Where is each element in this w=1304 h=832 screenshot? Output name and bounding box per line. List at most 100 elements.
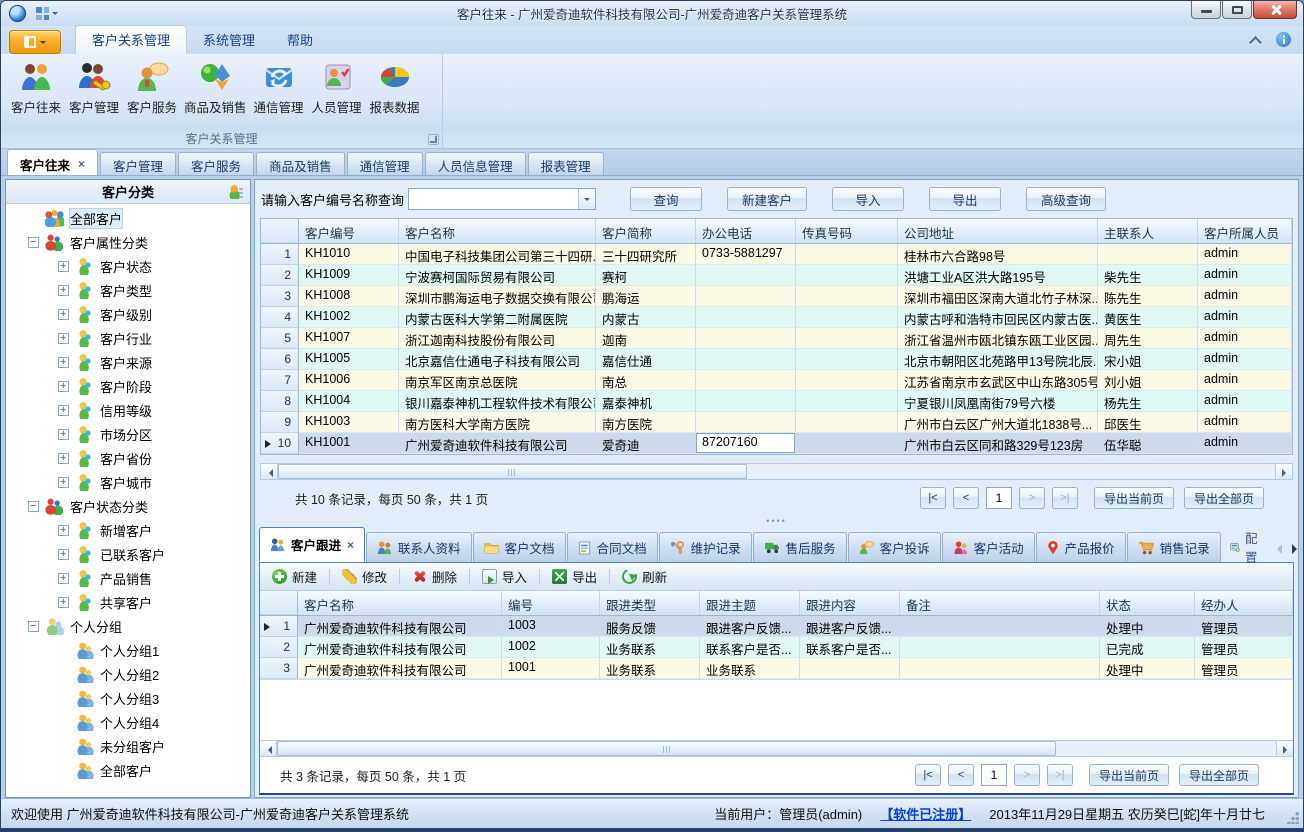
advanced-search-button[interactable]: 高级查询 bbox=[1026, 187, 1106, 211]
tree-item[interactable]: 个人分组3 bbox=[6, 686, 250, 710]
column-header[interactable]: 备注 bbox=[900, 591, 1100, 615]
customer-search-combobox[interactable] bbox=[408, 188, 596, 210]
tree-expander-icon[interactable] bbox=[58, 357, 69, 368]
column-header[interactable]: 客户所属人员 bbox=[1198, 219, 1292, 243]
doc-tab-customer-management[interactable]: 客户管理 bbox=[100, 152, 176, 175]
doc-tab-report-management[interactable]: 报表管理 bbox=[528, 152, 604, 175]
tree-expander-icon[interactable] bbox=[58, 549, 69, 560]
tab-maintenance-records[interactable]: 维护记录 bbox=[659, 532, 752, 562]
tree-item[interactable]: 产品销售 bbox=[6, 566, 250, 590]
collapse-ribbon-icon[interactable] bbox=[1250, 35, 1260, 45]
resize-grip-icon[interactable] bbox=[1287, 812, 1299, 824]
configure-tabs-button[interactable]: 配置 bbox=[1222, 532, 1271, 562]
tree-item[interactable]: 个人分组 bbox=[6, 614, 250, 638]
maximize-button[interactable] bbox=[1222, 1, 1252, 19]
export-current-page-button[interactable]: 导出当前页 bbox=[1089, 764, 1169, 786]
application-menu-button[interactable] bbox=[9, 30, 61, 54]
scrollbar-thumb[interactable] bbox=[277, 741, 1056, 756]
tab-contract-documents[interactable]: 合同文档 bbox=[567, 532, 658, 562]
next-page-button[interactable]: > bbox=[1014, 764, 1040, 786]
tree-item[interactable]: 共享客户 bbox=[6, 590, 250, 614]
tree-item[interactable]: 客户行业 bbox=[6, 326, 250, 350]
column-header[interactable]: 主联系人 bbox=[1098, 219, 1198, 243]
dialog-launcher-icon[interactable] bbox=[428, 134, 439, 145]
table-row[interactable]: 3 KH1008 深圳市鹏海运电子数据交换有限公司 鹏海运 深圳市福田区深南大道… bbox=[261, 286, 1292, 307]
close-button[interactable] bbox=[1253, 1, 1297, 19]
export-button[interactable]: 导出 bbox=[548, 565, 601, 588]
export-all-pages-button[interactable]: 导出全部页 bbox=[1184, 487, 1264, 509]
tree-item[interactable]: 客户级别 bbox=[6, 302, 250, 326]
tree-expander-icon[interactable] bbox=[58, 381, 69, 392]
scroll-right-icon[interactable] bbox=[1275, 464, 1292, 479]
tree-expander-icon[interactable] bbox=[58, 285, 69, 296]
tab-product-quotes[interactable]: 产品报价 bbox=[1036, 532, 1126, 562]
tab-customer-activities[interactable]: 客户活动 bbox=[942, 532, 1035, 562]
tree-item[interactable]: 个人分组1 bbox=[6, 638, 250, 662]
ribbon-button-customer-contacts[interactable]: 客户往来 bbox=[7, 58, 65, 118]
column-header[interactable]: 跟进内容 bbox=[800, 591, 900, 615]
refresh-button[interactable]: 刷新 bbox=[618, 565, 671, 588]
table-row[interactable]: 8 KH1004 银川嘉泰神机工程软件技术有限公司 嘉泰神机 宁夏银川凤凰南街7… bbox=[261, 391, 1292, 412]
tree-expander-icon[interactable] bbox=[28, 237, 39, 248]
person-list-icon[interactable] bbox=[229, 185, 244, 199]
edit-button[interactable]: 修改 bbox=[338, 565, 391, 588]
tab-customer-followup[interactable]: 客户跟进 × bbox=[259, 527, 365, 562]
close-tab-icon[interactable]: × bbox=[347, 538, 354, 552]
scroll-tabs-left-icon[interactable] bbox=[1272, 544, 1282, 554]
column-header[interactable]: 办公电话 bbox=[696, 219, 796, 243]
tree-expander-icon[interactable] bbox=[58, 597, 69, 608]
table-row[interactable]: 3 广州爱奇迪软件科技有限公司 1001 业务联系 业务联系 处理中 管理员 bbox=[260, 658, 1293, 679]
tree-item[interactable]: 客户状态 bbox=[6, 254, 250, 278]
registered-link[interactable]: 【软件已注册】 bbox=[880, 804, 971, 823]
table-row[interactable]: 7 KH1006 南京军区南京总医院 南总 江苏省南京市玄武区中山东路305号 … bbox=[261, 370, 1292, 391]
tree-item[interactable]: 客户城市 bbox=[6, 470, 250, 494]
tab-sales-records[interactable]: 销售记录 bbox=[1127, 532, 1221, 562]
table-row[interactable]: 9 KH1003 南方医科大学南方医院 南方医院 广州市白云区广州大道北1838… bbox=[261, 412, 1292, 433]
scrollbar-track[interactable] bbox=[278, 464, 1275, 479]
customers-horizontal-scrollbar[interactable] bbox=[260, 463, 1293, 480]
tree-item[interactable]: 未分组客户 bbox=[6, 734, 250, 758]
column-header[interactable]: 跟进主题 bbox=[700, 591, 800, 615]
tree-expander-icon[interactable] bbox=[58, 405, 69, 416]
scroll-tabs-right-icon[interactable] bbox=[1292, 544, 1299, 554]
tree-expander-icon[interactable] bbox=[58, 453, 69, 464]
next-page-button[interactable]: > bbox=[1019, 487, 1045, 509]
column-header[interactable]: 客户名称 bbox=[399, 219, 596, 243]
doc-tab-customer-service[interactable]: 客户服务 bbox=[178, 152, 254, 175]
column-header[interactable]: 状态 bbox=[1100, 591, 1195, 615]
tab-customer-complaints[interactable]: 客户投诉 bbox=[848, 532, 941, 562]
delete-button[interactable]: 删除 bbox=[408, 565, 461, 588]
table-row[interactable]: 2 广州爱奇迪软件科技有限公司 1002 业务联系 联系客户是否... 联系客户… bbox=[260, 637, 1293, 658]
export-current-page-button[interactable]: 导出当前页 bbox=[1094, 487, 1174, 509]
tree-item[interactable]: 客户来源 bbox=[6, 350, 250, 374]
last-page-button[interactable]: >| bbox=[1052, 487, 1078, 509]
tab-contact-info[interactable]: 联系人资料 bbox=[366, 532, 472, 562]
table-row[interactable]: 4 KH1002 内蒙古医科大学第二附属医院 内蒙古 内蒙古呼和浩特市回民区内蒙… bbox=[261, 307, 1292, 328]
ribbon-button-communication[interactable]: 通信管理 bbox=[250, 58, 308, 118]
tab-after-sales-service[interactable]: 售后服务 bbox=[753, 532, 847, 562]
tree-expander-icon[interactable] bbox=[58, 525, 69, 536]
tree-item[interactable]: 客户类型 bbox=[6, 278, 250, 302]
tree-item[interactable]: 客户属性分类 bbox=[6, 230, 250, 254]
export-all-pages-button[interactable]: 导出全部页 bbox=[1179, 764, 1259, 786]
page-number-input[interactable] bbox=[981, 764, 1007, 786]
new-customer-button[interactable]: 新建客户 bbox=[727, 187, 807, 211]
scroll-left-icon[interactable] bbox=[261, 464, 278, 479]
column-header[interactable]: 客户简称 bbox=[596, 219, 696, 243]
export-button[interactable]: 导出 bbox=[929, 187, 1001, 211]
tree-expander-icon[interactable] bbox=[58, 333, 69, 344]
import-button[interactable]: 导入 bbox=[832, 187, 904, 211]
info-icon[interactable] bbox=[1276, 32, 1291, 47]
table-row[interactable]: 6 KH1005 北京嘉信仕通电子科技有限公司 嘉信仕通 北京市朝阳区北苑路甲1… bbox=[261, 349, 1292, 370]
new-button[interactable]: 新建 bbox=[268, 565, 321, 588]
tree-item[interactable]: 个人分组2 bbox=[6, 662, 250, 686]
tree-item[interactable]: 全部客户 bbox=[6, 206, 250, 230]
import-button[interactable]: 导入 bbox=[478, 565, 531, 588]
tree-expander-icon[interactable] bbox=[58, 261, 69, 272]
first-page-button[interactable]: |< bbox=[915, 764, 941, 786]
column-header[interactable]: 跟进类型 bbox=[600, 591, 700, 615]
column-header[interactable]: 客户编号 bbox=[299, 219, 399, 243]
column-header[interactable]: 客户名称 bbox=[298, 591, 502, 615]
table-row[interactable]: 5 KH1007 浙江迦南科技股份有限公司 迦南 浙江省温州市瓯北镇东瓯工业区园… bbox=[261, 328, 1292, 349]
ribbon-button-customer-service[interactable]: 客户服务 bbox=[123, 58, 181, 118]
